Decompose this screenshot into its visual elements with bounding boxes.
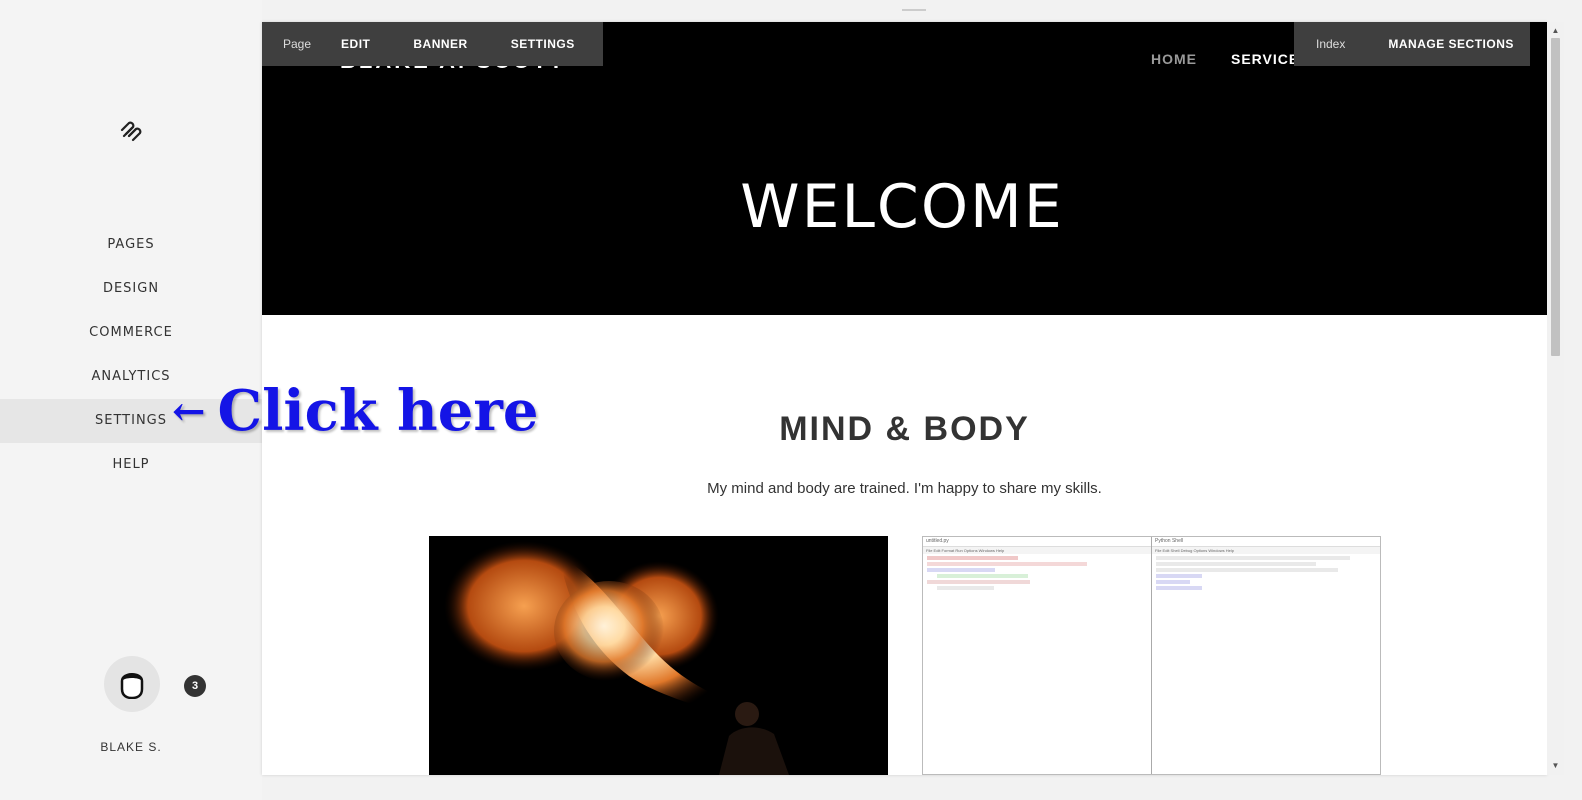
- squarespace-logo-icon[interactable]: [118, 118, 144, 144]
- sidebar-item-help[interactable]: HELP: [0, 443, 262, 487]
- shell-window-title: Python Shell: [1152, 537, 1380, 547]
- left-arrow-icon: ←: [172, 387, 206, 435]
- sidebar-nav: PAGES DESIGN COMMERCE ANALYTICS SETTINGS…: [0, 223, 262, 487]
- shell-window-menu: File Edit Shell Debug Options Windows He…: [1152, 547, 1380, 554]
- user-name[interactable]: BLAKE S.: [0, 740, 262, 754]
- index-toolbar: Index MANAGE SECTIONS: [1294, 22, 1530, 66]
- site-nav-home[interactable]: HOME: [1151, 51, 1197, 67]
- user-avatar-icon[interactable]: [104, 656, 160, 712]
- toolbar-banner-button[interactable]: BANNER: [413, 37, 467, 51]
- toolbar-edit-button[interactable]: EDIT: [341, 37, 370, 51]
- fire-breathing-photo[interactable]: [429, 536, 888, 775]
- idle-editor-window: untitled.py File Edit Format Run Options…: [923, 537, 1152, 774]
- editor-window-menu: File Edit Format Run Options Windows Hel…: [923, 547, 1151, 554]
- scroll-down-icon[interactable]: ▼: [1547, 759, 1564, 773]
- click-here-annotation: ← Click here: [172, 378, 539, 444]
- toolbar-settings-button[interactable]: SETTINGS: [511, 37, 575, 51]
- section-subtitle: My mind and body are trained. I'm happy …: [707, 480, 1102, 497]
- toolbar-page-label: Page: [283, 37, 312, 51]
- annotation-text: Click here: [217, 378, 539, 444]
- editor-window-title: untitled.py: [923, 537, 1151, 547]
- idle-shell-window: Python Shell File Edit Shell Debug Optio…: [1152, 537, 1380, 774]
- manage-sections-button[interactable]: MANAGE SECTIONS: [1388, 37, 1514, 51]
- preview-scrollbar[interactable]: ▲ ▼: [1547, 22, 1564, 775]
- python-idle-screenshot[interactable]: untitled.py File Edit Format Run Options…: [922, 536, 1381, 775]
- notification-badge[interactable]: 3: [184, 675, 206, 697]
- banner-heading: WELCOME: [740, 172, 1064, 242]
- page-toolbar: Page EDIT BANNER SETTINGS: [262, 22, 603, 66]
- resize-handle[interactable]: [902, 9, 926, 11]
- scroll-thumb[interactable]: [1551, 38, 1560, 356]
- sidebar-item-design[interactable]: DESIGN: [0, 267, 262, 311]
- sidebar-item-pages[interactable]: PAGES: [0, 223, 262, 267]
- toolbar-index-label: Index: [1316, 37, 1346, 51]
- scroll-up-icon[interactable]: ▲: [1547, 24, 1564, 38]
- sidebar-item-commerce[interactable]: COMMERCE: [0, 311, 262, 355]
